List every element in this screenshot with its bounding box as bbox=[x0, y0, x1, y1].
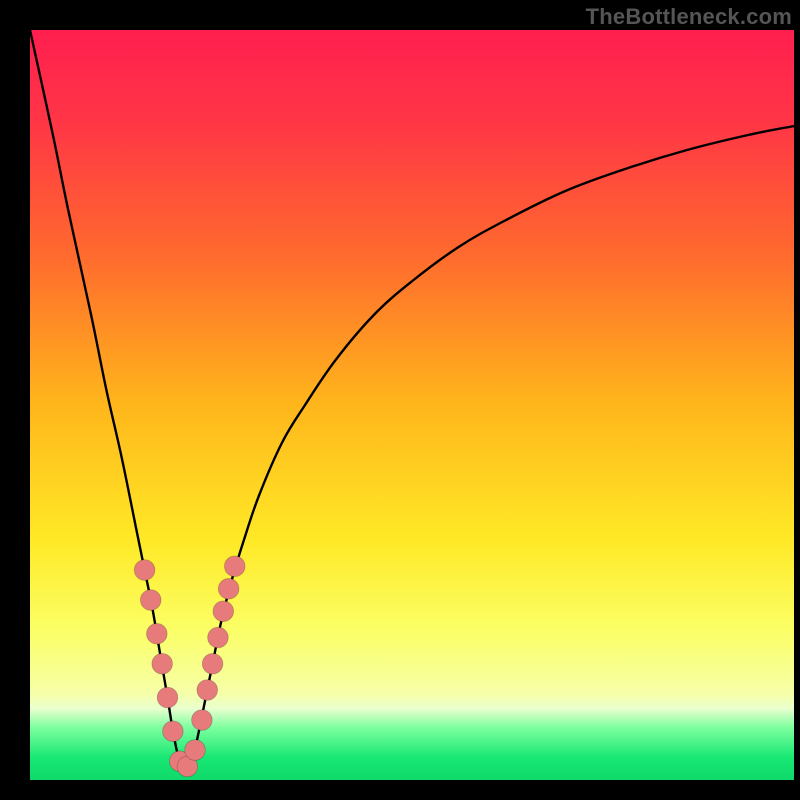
data-point bbox=[213, 601, 234, 622]
plot-area bbox=[30, 30, 794, 780]
frame-right bbox=[794, 0, 800, 800]
data-point bbox=[192, 710, 213, 731]
data-point bbox=[197, 680, 218, 701]
data-point bbox=[208, 627, 229, 648]
frame-left bbox=[0, 0, 30, 800]
data-point bbox=[224, 556, 245, 577]
data-point bbox=[157, 687, 178, 708]
gradient-background bbox=[30, 30, 794, 780]
data-point bbox=[134, 560, 155, 581]
data-point bbox=[218, 578, 239, 599]
data-point bbox=[163, 721, 184, 742]
data-point bbox=[185, 740, 206, 761]
data-point bbox=[202, 653, 223, 674]
data-point bbox=[140, 590, 161, 611]
data-point bbox=[152, 653, 173, 674]
frame-bottom bbox=[0, 780, 800, 800]
chart-stage: TheBottleneck.com bbox=[0, 0, 800, 800]
data-point bbox=[147, 623, 168, 644]
watermark-text: TheBottleneck.com bbox=[586, 4, 792, 30]
